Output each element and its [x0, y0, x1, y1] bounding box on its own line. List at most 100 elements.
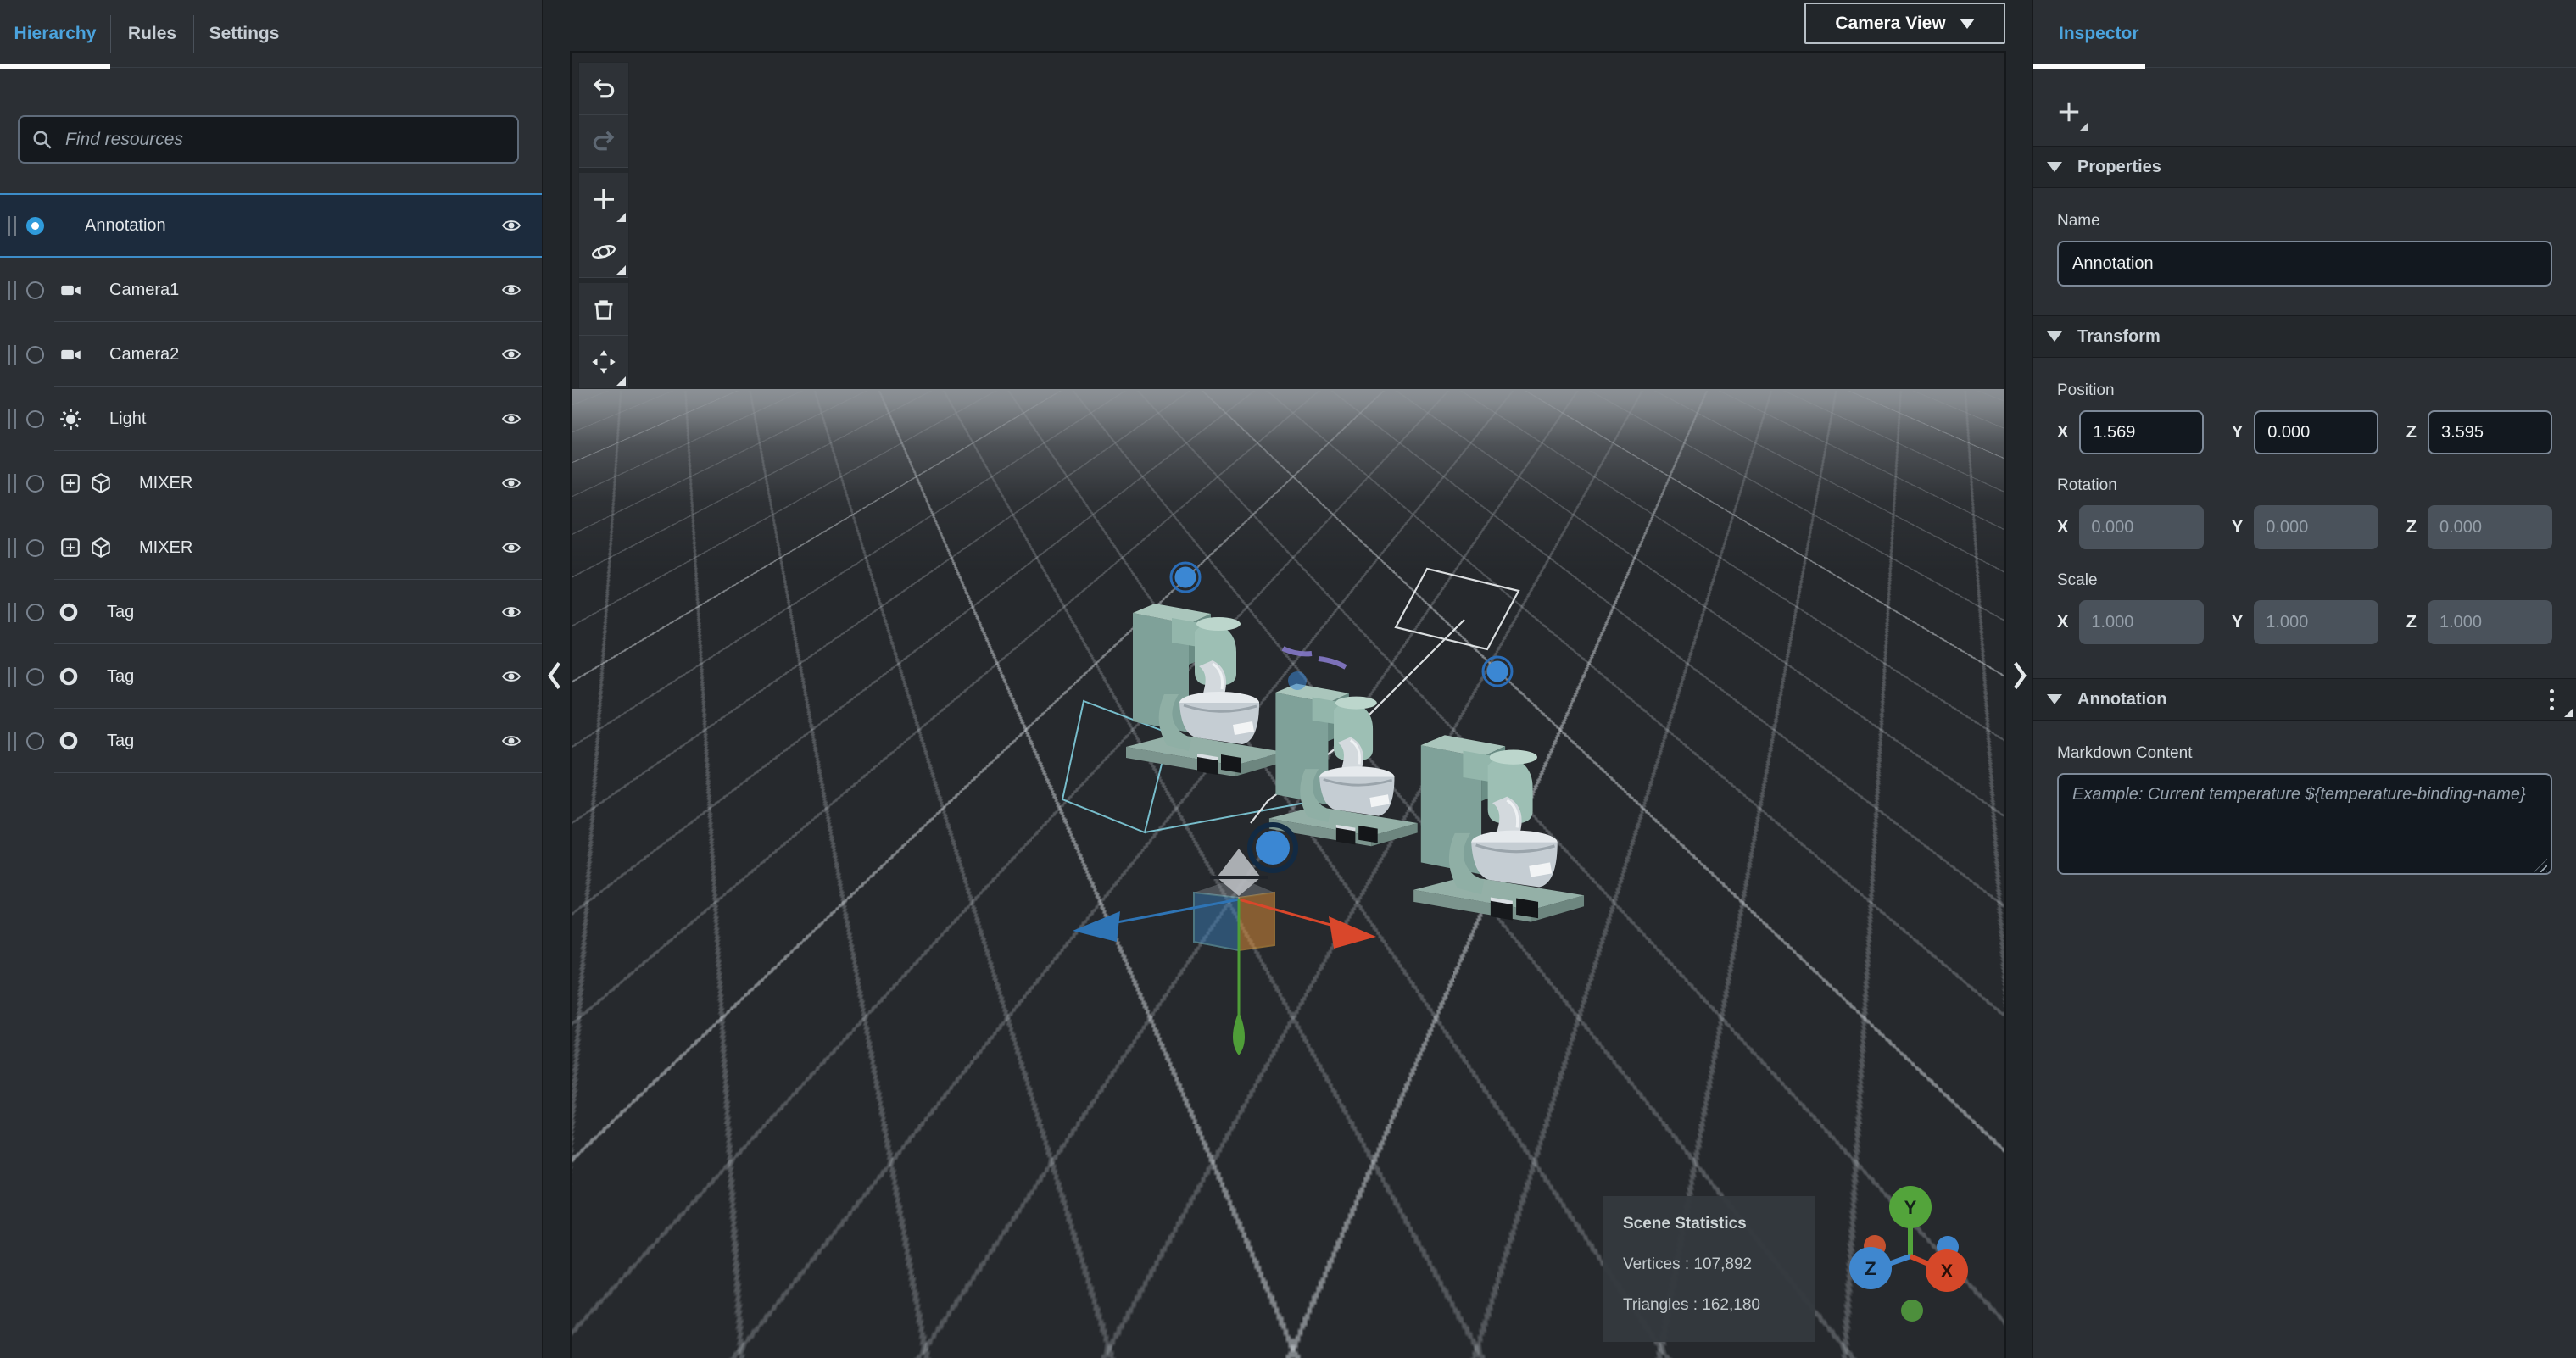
tree-item-mixer[interactable]: MIXER	[0, 515, 542, 580]
search-input[interactable]	[65, 129, 505, 150]
tab-hierarchy[interactable]: Hierarchy	[0, 0, 110, 69]
visibility-toggle[interactable]	[501, 344, 521, 365]
tab-inspector[interactable]: Inspector	[2033, 0, 2165, 69]
translate-gizmo[interactable]	[1073, 849, 1376, 1055]
drag-handle-icon[interactable]	[8, 537, 16, 558]
visibility-toggle[interactable]	[501, 473, 521, 493]
radio-unselected[interactable]	[26, 281, 44, 299]
corner-expand-icon	[616, 376, 626, 386]
eye-icon	[501, 220, 521, 231]
annotation-section-body: Markdown Content	[2033, 721, 2576, 908]
annotation-menu-button[interactable]	[2541, 686, 2562, 714]
mixer-model-1[interactable]	[1124, 602, 1285, 778]
axis-z-label: Z	[2406, 517, 2417, 537]
expand-right-panel-button[interactable]	[2009, 660, 2031, 694]
tree-item-label: Tag	[107, 666, 135, 686]
tree-item-mixer[interactable]: MIXER	[0, 451, 542, 515]
visibility-toggle[interactable]	[501, 280, 521, 300]
tab-rules[interactable]: Rules	[111, 0, 193, 67]
trash-icon	[594, 299, 613, 320]
section-header-properties[interactable]: Properties	[2033, 146, 2576, 188]
tag-marker-2[interactable]	[1481, 655, 1514, 687]
gizmo-arrow-z[interactable]	[1073, 911, 1120, 942]
undo-button[interactable]	[579, 63, 628, 115]
eye-icon	[501, 478, 521, 488]
camera-view-dropdown[interactable]: Camera View	[1804, 3, 2005, 44]
drag-handle-icon[interactable]	[8, 344, 16, 365]
visibility-toggle[interactable]	[501, 409, 521, 429]
visibility-toggle[interactable]	[501, 215, 521, 236]
drag-handle-icon[interactable]	[8, 409, 16, 429]
tree-item-tag[interactable]: Tag	[0, 580, 542, 644]
radio-unselected[interactable]	[26, 603, 44, 621]
eye-icon	[501, 285, 521, 295]
radio-selected[interactable]	[26, 216, 44, 235]
rotate-tool-button[interactable]	[579, 225, 628, 278]
gizmo-arrow-y[interactable]	[1233, 1011, 1245, 1055]
section-header-transform[interactable]: Transform	[2033, 315, 2576, 358]
hierarchy-panel: Hierarchy Rules Settings Annotation	[0, 0, 543, 1358]
visibility-toggle[interactable]	[501, 537, 521, 558]
axis-y-label: Y	[2231, 612, 2244, 632]
radio-unselected[interactable]	[26, 345, 44, 364]
annotation-marker-selected[interactable]	[1247, 822, 1298, 873]
drag-handle-icon[interactable]	[8, 215, 16, 236]
add-object-button[interactable]	[579, 173, 628, 225]
mixer-model-2[interactable]	[1268, 682, 1419, 848]
name-input[interactable]	[2057, 241, 2552, 287]
drag-handle-icon[interactable]	[8, 473, 16, 493]
position-label: Position	[2057, 381, 2115, 399]
tree-item-camera2[interactable]: Camera2	[0, 322, 542, 387]
drag-handle-icon[interactable]	[8, 602, 16, 622]
redo-button[interactable]	[579, 115, 628, 168]
scene-statistics-title: Scene Statistics	[1623, 1215, 1747, 1233]
markdown-content-textarea[interactable]	[2057, 773, 2552, 875]
position-x-input[interactable]	[2079, 410, 2205, 454]
visibility-toggle[interactable]	[501, 602, 521, 622]
tree-item-camera1[interactable]: Camera1	[0, 258, 542, 322]
tree-item-label: MIXER	[139, 473, 193, 493]
rotate-gizmo-fragment	[1281, 646, 1347, 670]
radio-unselected[interactable]	[26, 667, 44, 686]
delete-object-button[interactable]	[579, 283, 628, 336]
position-y-input[interactable]	[2254, 410, 2379, 454]
tab-settings[interactable]: Settings	[194, 0, 294, 67]
visibility-toggle[interactable]	[501, 731, 521, 751]
tag-marker-3-faded[interactable]	[1288, 671, 1307, 690]
move-arrows-icon	[592, 350, 616, 374]
tree-item-tag[interactable]: Tag	[0, 709, 542, 773]
radio-unselected[interactable]	[26, 732, 44, 750]
drag-handle-icon[interactable]	[8, 280, 16, 300]
tree-item-label: Tag	[107, 731, 135, 750]
scale-z-input	[2428, 600, 2552, 644]
rotation-y-input	[2254, 505, 2379, 549]
drag-handle-icon[interactable]	[8, 666, 16, 687]
drag-handle-icon[interactable]	[8, 731, 16, 751]
axis-gizmo[interactable]: Y Z X	[1849, 1186, 1968, 1322]
radio-unselected[interactable]	[26, 409, 44, 428]
collapse-left-panel-button[interactable]	[544, 660, 566, 694]
mixer-model-3[interactable]	[1412, 733, 1586, 924]
tree-item-light[interactable]: Light	[0, 387, 542, 451]
add-component-button[interactable]	[2047, 90, 2091, 134]
tree-item-tag[interactable]: Tag	[0, 644, 542, 709]
tree-item-annotation[interactable]: Annotation	[0, 193, 542, 258]
eye-icon	[501, 349, 521, 359]
section-title: Annotation	[2077, 689, 2167, 709]
axis-ball-small-y[interactable]	[1901, 1300, 1923, 1322]
gizmo-arrow-x[interactable]	[1329, 916, 1376, 949]
radio-unselected[interactable]	[26, 474, 44, 493]
radio-unselected[interactable]	[26, 538, 44, 557]
name-label: Name	[2057, 212, 2100, 230]
translate-tool-button[interactable]	[579, 336, 628, 388]
visibility-toggle[interactable]	[501, 666, 521, 687]
tag-marker-1[interactable]	[1169, 561, 1202, 593]
tree-item-label: Tag	[107, 602, 135, 621]
scene-objects: Y Z X	[1061, 561, 1968, 1322]
scene-statistics-triangles: Triangles : 162,180	[1623, 1296, 1760, 1314]
3d-canvas[interactable]: Y Z X Scene Statistics Vertices: 107,89…	[570, 51, 2006, 1358]
section-header-annotation[interactable]: Annotation	[2033, 678, 2576, 721]
scale-row: X Y Z	[2057, 600, 2552, 644]
position-z-input[interactable]	[2428, 410, 2552, 454]
section-title: Properties	[2077, 157, 2161, 176]
